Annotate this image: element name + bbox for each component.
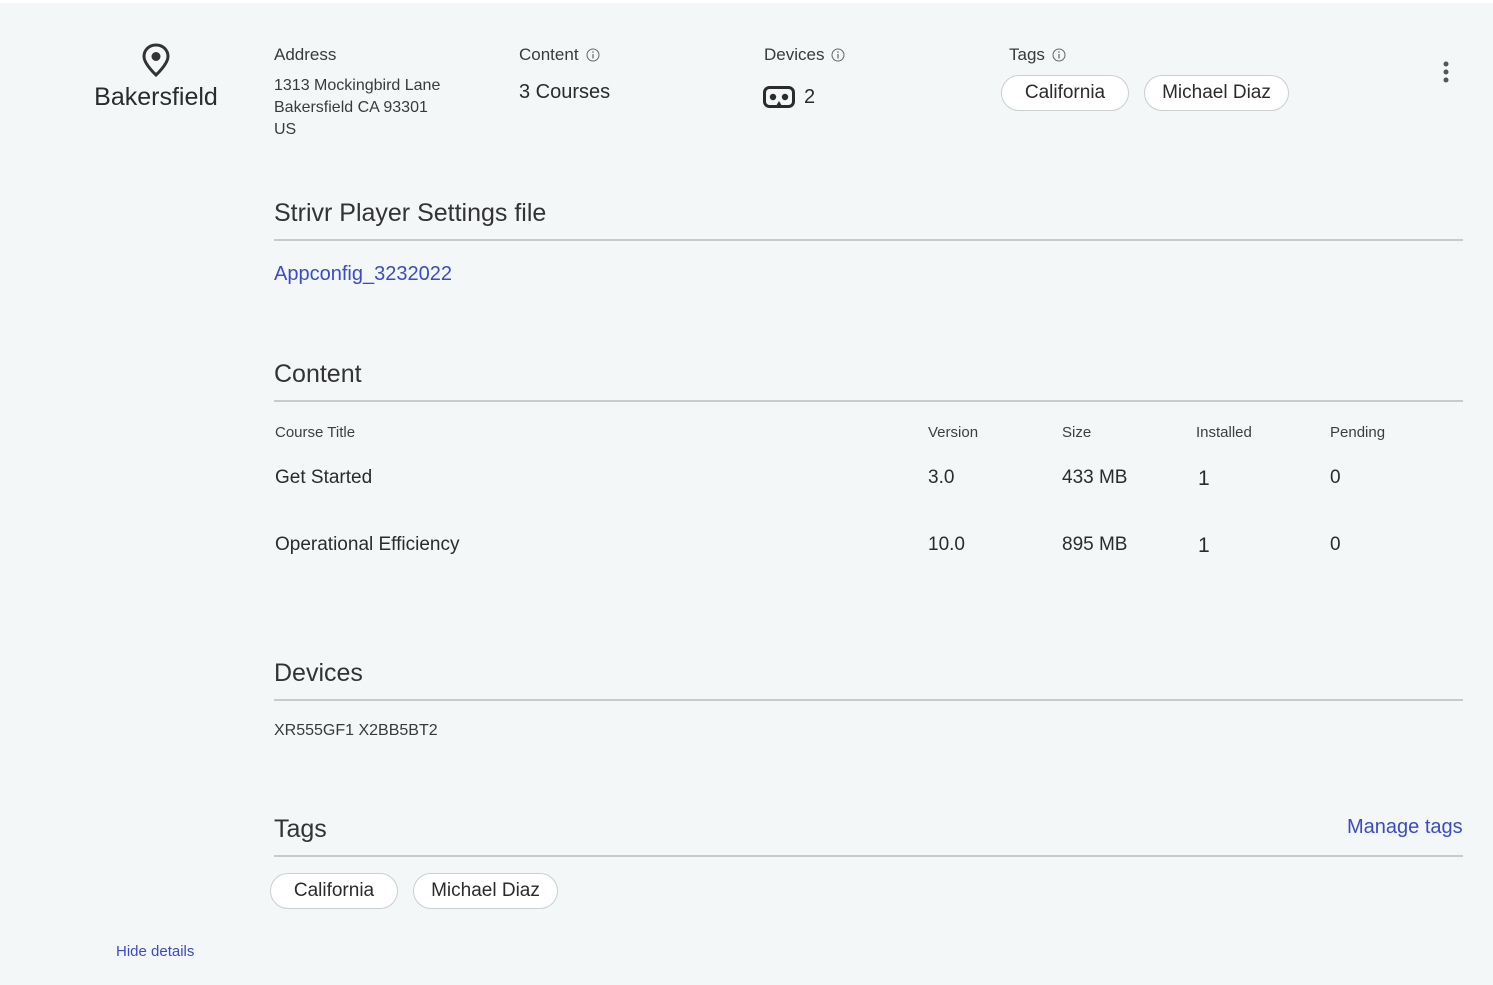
devices-section-title: Devices	[274, 659, 363, 687]
column-header-course-title: Course Title	[275, 424, 356, 441]
tags-section-title: Tags	[274, 815, 327, 843]
table-row[interactable]: Get Started 3.0 433 MB 1 0	[275, 467, 1455, 497]
tag-chip[interactable]: Michael Diaz	[413, 873, 558, 909]
tag-chip[interactable]: California	[1001, 75, 1129, 111]
tag-chip[interactable]: California	[270, 873, 398, 909]
divider	[274, 239, 1463, 241]
content-section-title: Content	[274, 360, 362, 388]
devices-summary-label: Devices	[764, 45, 845, 65]
course-title-cell: Operational Efficiency	[275, 534, 460, 555]
device-list: XR555GF1 X2BB5BT2	[274, 722, 438, 739]
divider	[274, 699, 1463, 701]
location-details-panel: Bakersfield Address 1313 Mockingbird Lan…	[0, 3, 1493, 985]
tags-summary-label: Tags	[1009, 45, 1066, 65]
divider	[274, 400, 1463, 402]
manage-tags-link[interactable]: Manage tags	[1347, 816, 1463, 839]
installed-cell: 1	[1198, 534, 1210, 557]
size-cell: 895 MB	[1062, 534, 1128, 555]
content-summary-value: 3 Courses	[519, 81, 611, 103]
address-block: 1313 Mockingbird Lane Bakersfield CA 933…	[274, 75, 440, 141]
address-line-1: 1313 Mockingbird Lane	[274, 77, 441, 94]
divider	[274, 855, 1463, 857]
version-cell: 10.0	[928, 534, 965, 555]
settings-file-title: Strivr Player Settings file	[274, 199, 547, 227]
pending-cell: 0	[1330, 534, 1341, 555]
info-icon[interactable]	[831, 48, 845, 62]
address-line-3: US	[274, 121, 297, 138]
location-pin-icon	[142, 43, 170, 77]
column-header-size: Size	[1062, 424, 1092, 441]
info-icon[interactable]	[1052, 48, 1066, 62]
pending-cell: 0	[1330, 467, 1341, 488]
vr-headset-icon	[763, 86, 795, 108]
size-cell: 433 MB	[1062, 467, 1128, 488]
hide-details-link[interactable]: Hide details	[116, 943, 194, 960]
settings-file-link[interactable]: Appconfig_3232022	[274, 263, 452, 286]
table-row[interactable]: Operational Efficiency 10.0 895 MB 1 0	[275, 534, 1455, 564]
address-label: Address	[274, 45, 337, 64]
location-name: Bakersfield	[94, 83, 218, 111]
installed-cell: 1	[1198, 467, 1210, 490]
column-header-pending: Pending	[1330, 424, 1386, 441]
devices-summary-value: 2	[804, 86, 816, 108]
tag-chip[interactable]: Michael Diaz	[1144, 75, 1289, 111]
more-options-icon[interactable]	[1436, 61, 1456, 85]
version-cell: 3.0	[928, 467, 955, 488]
content-summary-label: Content	[519, 45, 600, 65]
address-line-2: Bakersfield CA 93301	[274, 99, 428, 116]
column-header-version: Version	[928, 424, 979, 441]
course-title-cell: Get Started	[275, 467, 373, 488]
column-header-installed: Installed	[1196, 424, 1252, 441]
info-icon[interactable]	[586, 48, 600, 62]
